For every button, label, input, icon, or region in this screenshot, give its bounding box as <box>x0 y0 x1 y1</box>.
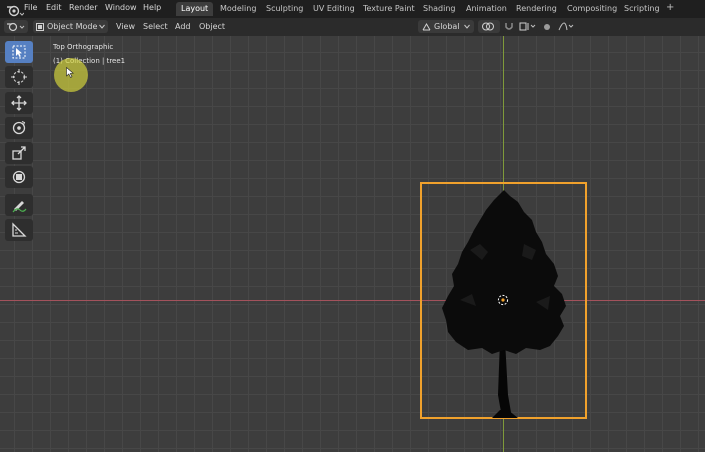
orientation-label: Global <box>434 22 460 31</box>
tab-animation[interactable]: Animation <box>461 2 512 16</box>
select-box-icon <box>12 45 26 59</box>
orientation-icon <box>422 23 431 31</box>
tab-rendering[interactable]: Rendering <box>511 2 562 16</box>
tool-scale[interactable] <box>5 142 33 164</box>
transform-icon <box>12 170 26 184</box>
tab-compositing[interactable]: Compositing <box>562 2 622 16</box>
menu-select[interactable]: Select <box>143 22 168 31</box>
tool-measure[interactable] <box>5 219 33 241</box>
menu-add[interactable]: Add <box>175 22 191 31</box>
scale-icon <box>12 146 26 160</box>
viewport-header: Object Mode View Select Add Object Globa… <box>0 18 705 36</box>
cursor-icon <box>11 69 27 85</box>
measure-icon <box>12 222 27 237</box>
tab-scripting[interactable]: Scripting <box>619 2 665 16</box>
pivot-dropdown[interactable] <box>478 20 500 33</box>
chevron-down-icon <box>99 24 105 29</box>
falloff-icon <box>558 22 574 31</box>
tab-uv-editing[interactable]: UV Editing <box>308 2 360 16</box>
mode-dropdown[interactable]: Object Mode <box>33 20 108 33</box>
object-mode-icon <box>36 23 44 31</box>
3d-viewport[interactable] <box>0 36 705 452</box>
mouse-pointer-icon <box>66 67 74 78</box>
blender-window: File Edit Render Window Help Layout Mode… <box>0 0 705 452</box>
mode-label: Object Mode <box>47 22 98 31</box>
tool-move[interactable] <box>5 92 33 114</box>
falloff-dropdown[interactable] <box>556 20 576 33</box>
tool-annotate[interactable] <box>5 194 33 216</box>
tab-sculpting[interactable]: Sculpting <box>261 2 308 16</box>
tab-modeling[interactable]: Modeling <box>215 2 261 16</box>
move-icon <box>11 95 27 111</box>
menu-help[interactable]: Help <box>143 3 161 12</box>
menu-view[interactable]: View <box>116 22 135 31</box>
menu-render[interactable]: Render <box>69 3 97 12</box>
object-origin-icon <box>497 294 509 306</box>
menu-edit[interactable]: Edit <box>46 3 62 12</box>
view-name-label: Top Orthographic <box>53 43 114 51</box>
editor-type-button[interactable] <box>4 20 28 33</box>
menu-file[interactable]: File <box>24 3 37 12</box>
magnet-icon <box>505 23 513 30</box>
add-workspace-button[interactable]: + <box>666 2 674 13</box>
tool-select-box[interactable] <box>5 41 33 63</box>
tab-texture-paint[interactable]: Texture Paint <box>358 2 420 16</box>
tool-rotate[interactable] <box>5 117 33 139</box>
menu-object[interactable]: Object <box>199 22 225 31</box>
editor-type-icon <box>7 22 25 32</box>
chevron-down-icon <box>464 24 470 29</box>
rotate-icon <box>12 121 26 135</box>
pivot-icon <box>482 22 494 31</box>
proportional-editing-toggle[interactable] <box>541 20 553 33</box>
snap-target-dropdown[interactable] <box>517 20 539 33</box>
snap-toggle[interactable] <box>502 20 516 33</box>
top-menu-bar: File Edit Render Window Help Layout Mode… <box>0 0 705 18</box>
snap-target-icon <box>519 22 536 31</box>
tab-shading[interactable]: Shading <box>418 2 461 16</box>
orientation-dropdown[interactable]: Global <box>418 20 474 33</box>
proportional-editing-icon <box>544 24 550 30</box>
x-axis-line <box>0 300 705 301</box>
tool-cursor[interactable] <box>5 66 33 88</box>
annotate-icon <box>12 201 27 213</box>
tool-transform[interactable] <box>5 166 33 188</box>
menu-window[interactable]: Window <box>105 3 137 12</box>
tab-layout[interactable]: Layout <box>176 2 214 16</box>
